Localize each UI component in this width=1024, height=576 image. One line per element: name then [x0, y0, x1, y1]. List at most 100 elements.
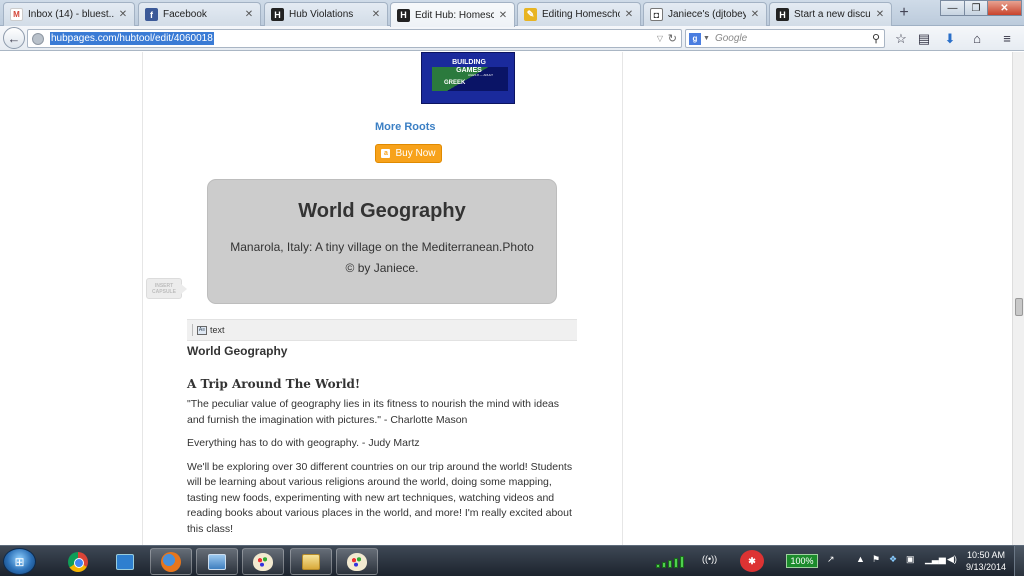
close-icon[interactable]: ✕ [875, 9, 885, 20]
scrollbar-thumb[interactable] [1015, 298, 1023, 316]
toolbar-divider [192, 324, 193, 336]
url-text[interactable]: hubpages.com/hubtool/edit/4060018 [50, 32, 214, 45]
paint-taskbar-button[interactable] [242, 548, 284, 575]
page-viewport: BUILDING GAMES AGES 8 — ADULT GREEK More… [0, 52, 1012, 545]
clock-date: 9/13/2014 [965, 562, 1007, 572]
tab-facebook[interactable]: f Facebook ✕ [138, 2, 261, 26]
tab-title: Editing Homescho... [542, 9, 620, 20]
history-dropdown-icon[interactable]: ▽ [657, 34, 663, 43]
close-icon[interactable]: ✕ [498, 10, 508, 21]
firefox-icon [161, 551, 181, 572]
text-capsule-toolbar: A≡ text [187, 319, 577, 341]
insert-capsule-button[interactable]: INSERT CAPSULE [146, 278, 187, 299]
search-placeholder: Google [714, 33, 748, 44]
volume-icon[interactable]: ◀) [947, 554, 957, 565]
folder-icon [302, 553, 320, 570]
text-capsule-heading: World Geography [187, 344, 288, 358]
tab-hub-violations[interactable]: H Hub Violations ✕ [264, 2, 388, 26]
photo-capsule-caption: Manarola, Italy: A tiny village on the M… [230, 240, 534, 275]
menu-icon[interactable]: ≡ [999, 31, 1015, 47]
search-icon[interactable]: ⚲ [872, 32, 880, 45]
camera-icon: ◘ [650, 8, 663, 21]
network-icon[interactable]: ▁▃▅ [925, 554, 946, 565]
download-icon[interactable]: ⬇ [942, 31, 958, 47]
bookmark-star-icon[interactable]: ☆ [893, 31, 909, 47]
app-notification-icon[interactable]: ✱ [740, 550, 764, 572]
tab-editing-homeschool[interactable]: ✎ Editing Homescho... ✕ [517, 2, 641, 26]
photo-capsule-title: World Geography [298, 200, 466, 222]
tab-edit-hub[interactable]: H Edit Hub: Homesc... ✕ [390, 2, 515, 27]
close-window-button[interactable]: ✕ [987, 0, 1022, 16]
folder-taskbar-button[interactable] [290, 548, 332, 575]
windows-logo-icon: ⊞ [14, 554, 25, 569]
close-icon[interactable]: ✕ [750, 9, 760, 20]
text-capsule-label[interactable]: text [210, 325, 225, 335]
tab-strip: M Inbox (14) - bluest... ✕ f Facebook ✕ … [0, 0, 1024, 27]
chevron-down-icon[interactable]: ▼ [703, 35, 710, 42]
explorer-taskbar-button[interactable] [196, 548, 238, 575]
book-cover-image[interactable]: BUILDING GAMES AGES 8 — ADULT GREEK [421, 52, 515, 104]
more-roots-link[interactable]: More Roots [375, 121, 436, 133]
navigation-bar: ← hubpages.com/hubtool/edit/4060018 ▽ ↻ … [0, 26, 1024, 51]
chrome-taskbar-button[interactable] [57, 548, 99, 575]
search-box[interactable]: g ▼ Google ⚲ [685, 29, 885, 48]
minimize-button[interactable]: — [940, 0, 965, 16]
text-capsule-icon: A≡ [197, 325, 207, 335]
close-icon[interactable]: ✕ [244, 9, 254, 20]
google-icon[interactable]: g [689, 32, 701, 45]
chrome-icon [68, 551, 88, 572]
maximize-button[interactable]: ❐ [964, 0, 988, 16]
text-capsule-content[interactable]: World Geography A Trip Around The World!… [187, 344, 577, 537]
column-divider [142, 52, 143, 545]
tab-title: Start a new discuss... [794, 9, 871, 20]
tab-start-discussion[interactable]: H Start a new discuss... ✕ [769, 2, 892, 26]
window-app-icon [116, 553, 134, 570]
windows-taskbar: ⊞ ((•)) ✱ 100% ↗ ▲ ⚑ ❖ ▣ ▁▃▅ ◀) 10:50 AM… [0, 545, 1024, 576]
tab-janiece-photos[interactable]: ◘ Janiece's (djtobey_... ✕ [643, 2, 767, 26]
back-button[interactable]: ← [3, 27, 25, 49]
wireless-icon[interactable]: ((•)) [702, 554, 717, 564]
vertical-scrollbar[interactable] [1012, 52, 1024, 545]
system-clock[interactable]: 10:50 AM 9/13/2014 [962, 549, 1010, 573]
dropbox-icon[interactable]: ❖ [889, 554, 897, 565]
text-capsule-subheading: A Trip Around The World! [187, 377, 361, 391]
paint-palette-icon [253, 552, 273, 571]
quote-paragraph: "The peculiar value of geography lies in… [187, 398, 560, 426]
flag-icon[interactable]: ⚑ [872, 554, 880, 565]
book-cover-ages: AGES 8 — ADULT [468, 73, 493, 77]
show-desktop-button[interactable] [1014, 546, 1024, 576]
close-icon[interactable]: ✕ [371, 9, 381, 20]
tab-gmail-inbox[interactable]: M Inbox (14) - bluest... ✕ [3, 2, 135, 26]
start-button[interactable]: ⊞ [3, 548, 36, 575]
firefox-taskbar-button[interactable] [150, 548, 192, 575]
close-icon[interactable]: ✕ [118, 9, 128, 20]
signal-strength-icon[interactable] [656, 554, 690, 568]
hubpages-icon: H [271, 8, 284, 21]
globe-icon [32, 32, 44, 45]
show-hidden-icons[interactable]: ▲ [856, 554, 865, 564]
amazon-icon: a [381, 149, 391, 158]
edit-icon: ✎ [524, 8, 537, 21]
tab-title: Janiece's (djtobey_... [668, 9, 746, 20]
new-tab-button[interactable]: + [895, 4, 913, 22]
column-divider [622, 52, 623, 545]
tab-title: Facebook [163, 9, 207, 20]
screen-app-icon [208, 553, 226, 570]
close-icon[interactable]: ✕ [624, 9, 634, 20]
address-bar[interactable]: hubpages.com/hubtool/edit/4060018 ▽ ↻ [27, 29, 682, 48]
home-icon[interactable]: ⌂ [969, 31, 985, 47]
device-icon[interactable]: ▣ [906, 554, 915, 565]
battery-indicator[interactable]: 100% [786, 554, 818, 568]
quote-paragraph: Everything has to do with geography. - J… [187, 437, 420, 449]
buy-now-button[interactable]: a Buy Now [375, 144, 442, 163]
reload-icon[interactable]: ↻ [668, 32, 677, 45]
app-taskbar-button[interactable] [104, 548, 146, 575]
arrow-icon[interactable]: ↗ [827, 554, 835, 565]
bookmarks-list-icon[interactable]: ▤ [916, 31, 932, 47]
photo-capsule[interactable]: World Geography Manarola, Italy: A tiny … [207, 179, 557, 304]
hubpages-icon: H [397, 8, 410, 22]
paint-taskbar-button-2[interactable] [336, 548, 378, 575]
facebook-icon: f [145, 8, 158, 21]
body-paragraph: We'll be exploring over 30 different cou… [187, 460, 573, 535]
hubpages-icon: H [776, 8, 789, 21]
